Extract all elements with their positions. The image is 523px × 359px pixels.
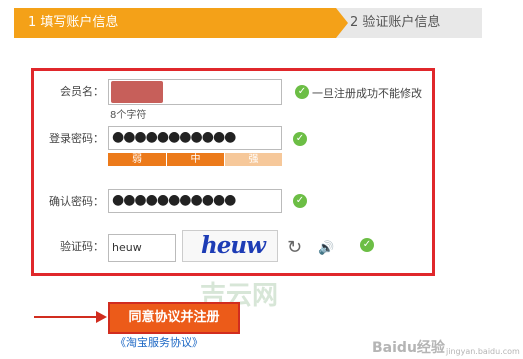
pointer-arrow-shaft — [34, 316, 98, 318]
agree-and-register-button[interactable]: 同意协议并注册 — [108, 302, 240, 334]
username-redaction — [111, 81, 163, 103]
captcha-label: 验证码： — [60, 240, 104, 253]
step1-label: 1 填写账户信息 — [28, 15, 119, 30]
check-circle-icon: ✓ — [293, 194, 307, 208]
service-agreement-link[interactable]: 《淘宝服务协议》 — [115, 334, 203, 350]
username-input[interactable] — [108, 79, 282, 105]
username-label: 会员名： — [60, 85, 104, 98]
captcha-input[interactable]: heuw — [108, 234, 176, 262]
check-circle-icon: ✓ — [360, 238, 374, 252]
strength-medium: 中 — [167, 153, 224, 166]
password-label: 登录密码： — [49, 132, 104, 145]
username-hint: 8个字符 — [110, 110, 147, 121]
password-input[interactable]: ●●●●●●●●●●● — [108, 126, 282, 150]
strength-strong: 强 — [225, 153, 282, 166]
step2-label: 2 验证账户信息 — [350, 15, 441, 30]
strength-weak: 弱 — [108, 153, 166, 166]
baidu-watermark: Baidu经验 — [372, 340, 445, 356]
step1-arrow — [336, 8, 348, 38]
speaker-icon[interactable]: 🔊 — [318, 241, 334, 256]
baidu-url-watermark: jingyan.baidu.com — [446, 347, 520, 356]
confirm-password-input[interactable]: ●●●●●●●●●●● — [108, 189, 282, 213]
confirm-label: 确认密码： — [49, 195, 104, 208]
check-circle-icon: ✓ — [293, 132, 307, 146]
captcha-image[interactable]: heuw — [182, 230, 278, 262]
pointer-arrow-head — [96, 311, 107, 323]
refresh-icon[interactable]: ↻ — [287, 238, 302, 258]
check-circle-icon: ✓ — [295, 85, 309, 99]
username-note: 一旦注册成功不能修改 — [312, 87, 422, 100]
registration-steps: 1 填写账户信息 2 验证账户信息 — [14, 8, 482, 38]
captcha-image-text: heuw — [201, 232, 266, 259]
